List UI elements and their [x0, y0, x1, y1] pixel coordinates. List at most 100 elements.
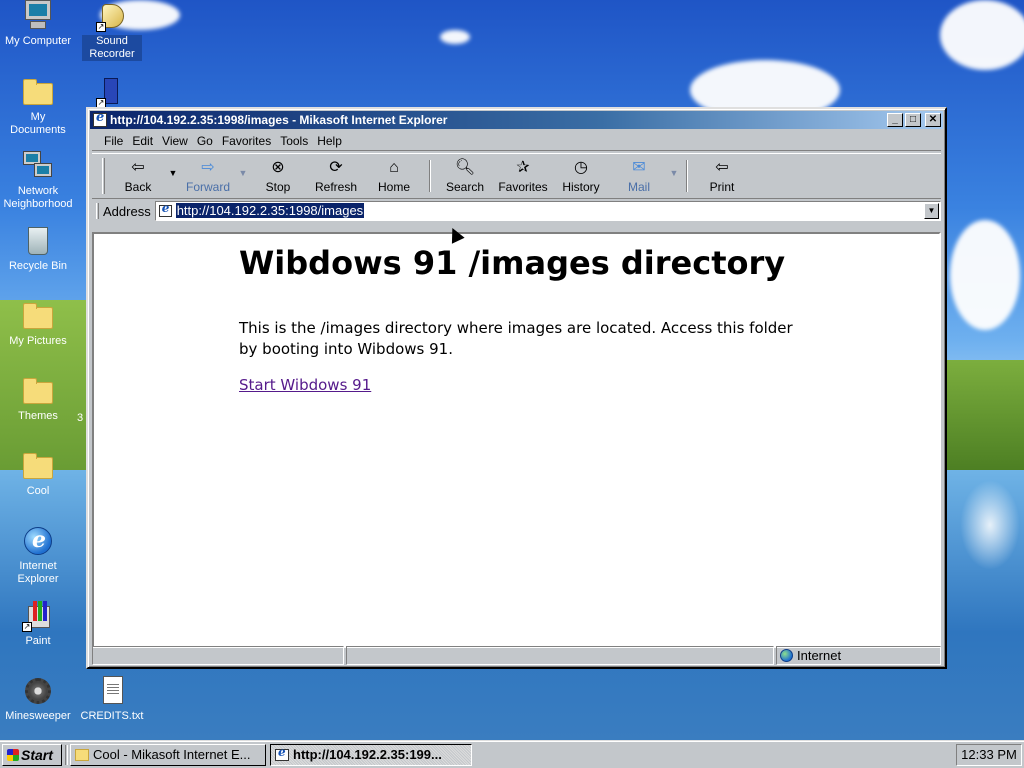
- internet-explorer-icon: [275, 745, 289, 761]
- menu-go[interactable]: Go: [197, 134, 213, 148]
- window-title: http://104.192.2.35:1998/images - Mikaso…: [110, 113, 448, 127]
- close-button[interactable]: ✕: [925, 113, 941, 127]
- address-grip[interactable]: [96, 203, 99, 219]
- forward-button[interactable]: ⇨ Forward: [179, 154, 237, 198]
- hill: [940, 360, 1024, 470]
- address-dropdown-button[interactable]: ▼: [924, 203, 939, 219]
- desktop-icon-label: Minesweeper: [5, 710, 71, 722]
- desktop-icon-label: Network Neighborhood: [3, 185, 73, 210]
- history-icon: ◷: [574, 159, 588, 176]
- back-arrow-icon: ⇦: [131, 159, 145, 176]
- page-icon: [158, 201, 172, 217]
- toolbar: ⇦ Back ▼ ⇨ Forward ▼ ⊗ Stop ⟳ Refresh ⌂ …: [92, 153, 941, 199]
- desktop-icon-paint[interactable]: ↗ Paint: [0, 600, 76, 648]
- search-button[interactable]: 🔍︎ Search: [436, 154, 494, 198]
- desktop-icon-label: My Pictures: [9, 335, 67, 347]
- desktop-icon-internet-explorer[interactable]: Internet Explorer: [0, 525, 76, 586]
- status-text-pane: [92, 646, 344, 665]
- clock[interactable]: 12:33 PM: [961, 747, 1017, 762]
- forward-arrow-icon: ⇨: [201, 159, 215, 176]
- back-dropdown[interactable]: ▼: [167, 154, 179, 198]
- internet-explorer-icon: [93, 110, 107, 127]
- title-bar[interactable]: http://104.192.2.35:1998/images - Mikaso…: [90, 110, 943, 129]
- menu-favorites[interactable]: Favorites: [222, 134, 271, 148]
- desktop-icon-themes[interactable]: Themes: [0, 375, 76, 423]
- mine-icon: [22, 675, 54, 707]
- menu-help[interactable]: Help: [317, 134, 342, 148]
- start-button[interactable]: Start: [2, 744, 62, 766]
- print-button[interactable]: ⇦ Print: [693, 154, 751, 198]
- menu-edit[interactable]: Edit: [132, 134, 153, 148]
- menu-tools[interactable]: Tools: [280, 134, 308, 148]
- folder-icon: [22, 375, 54, 407]
- taskbar-item-cool[interactable]: Cool - Mikasoft Internet E...: [70, 744, 266, 766]
- speaker-icon: ↗: [96, 0, 128, 32]
- desktop-icon-label: Sound Recorder: [82, 35, 142, 61]
- desktop-icon-label: My Computer: [4, 35, 72, 47]
- home-label: Home: [377, 180, 410, 194]
- taskbar-item-browser[interactable]: http://104.192.2.35:199...: [270, 744, 472, 766]
- desktop-icon-cool[interactable]: Cool: [0, 450, 76, 498]
- page-content: Wibdows 91 /images directory This is the…: [92, 232, 941, 648]
- desktop-icon-my-computer[interactable]: My Computer: [0, 0, 76, 48]
- minimize-button[interactable]: _: [887, 113, 903, 127]
- paint-icon: ↗: [22, 600, 54, 632]
- favorites-button[interactable]: ✰ Favorites: [494, 154, 552, 198]
- internet-zone-icon: [780, 649, 793, 662]
- desktop-icon-label: Themes: [18, 410, 58, 422]
- address-label: Address: [103, 203, 151, 219]
- search-icon: 🔍︎: [454, 159, 476, 176]
- page-body-text: This is the /images directory where imag…: [239, 319, 793, 358]
- home-button[interactable]: ⌂ Home: [365, 154, 423, 198]
- desktop-icon-label: CREDITS.txt: [80, 710, 144, 722]
- stop-button[interactable]: ⊗ Stop: [249, 154, 307, 198]
- system-tray: 12:33 PM: [956, 744, 1022, 766]
- search-label: Search: [445, 180, 485, 194]
- cloud: [940, 0, 1024, 70]
- start-logo-icon: [7, 749, 19, 761]
- desktop-icon-media-player[interactable]: ↗: [74, 76, 150, 111]
- history-button[interactable]: ◷ History: [552, 154, 610, 198]
- browser-window: http://104.192.2.35:1998/images - Mikaso…: [86, 107, 947, 669]
- refresh-icon: ⟳: [329, 159, 343, 176]
- address-value[interactable]: http://104.192.2.35:1998/images: [175, 203, 365, 218]
- status-progress-pane: [346, 646, 774, 665]
- mail-dropdown[interactable]: ▼: [668, 154, 680, 198]
- back-button[interactable]: ⇦ Back: [109, 154, 167, 198]
- menu-view[interactable]: View: [162, 134, 188, 148]
- desktop-icon-minesweeper[interactable]: Minesweeper: [0, 675, 76, 723]
- folder-icon: [22, 76, 54, 108]
- page-heading: Wibdows 91 /images directory: [239, 244, 786, 282]
- desktop-icon-recycle-bin[interactable]: Recycle Bin: [0, 225, 76, 273]
- history-label: History: [562, 180, 600, 194]
- address-input[interactable]: http://104.192.2.35:1998/images ▼: [154, 201, 941, 221]
- menu-bar: File Edit View Go Favorites Tools Help: [92, 131, 941, 151]
- stop-icon: ⊗: [271, 159, 285, 176]
- forward-dropdown[interactable]: ▼: [237, 154, 249, 198]
- folder-icon: [22, 450, 54, 482]
- computer-icon: [22, 0, 54, 32]
- start-label: Start: [21, 747, 53, 763]
- toolbar-grip[interactable]: [102, 158, 105, 194]
- start-link[interactable]: Start Wibdows 91: [239, 376, 371, 394]
- back-label: Back: [124, 180, 152, 194]
- cloud: [950, 220, 1020, 330]
- folder-icon: [22, 300, 54, 332]
- status-zone: Internet: [797, 648, 842, 663]
- desktop-icon-credits[interactable]: CREDITS.txt: [74, 675, 150, 723]
- refresh-button[interactable]: ⟳ Refresh: [307, 154, 365, 198]
- desktop-icon-label: My Documents: [10, 111, 66, 136]
- menu-file[interactable]: File: [104, 134, 123, 148]
- desktop-icon-label: Internet Explorer: [17, 560, 59, 585]
- desktop-icon-sound-recorder[interactable]: ↗ Sound Recorder: [74, 0, 150, 61]
- maximize-button[interactable]: □: [905, 113, 921, 127]
- mail-icon: ✉: [632, 159, 646, 176]
- desktop-icon-network-neighborhood[interactable]: Network Neighborhood: [0, 150, 76, 211]
- taskbar-item-label: Cool - Mikasoft Internet E...: [93, 747, 251, 762]
- mail-button[interactable]: ✉ Mail: [610, 154, 668, 198]
- print-icon: ⇦: [715, 159, 729, 176]
- desktop-icon-label: Paint: [25, 635, 51, 647]
- recycle-bin-icon: [22, 225, 54, 257]
- desktop-icon-my-documents[interactable]: My Documents: [0, 76, 76, 137]
- desktop-icon-my-pictures[interactable]: My Pictures: [0, 300, 76, 348]
